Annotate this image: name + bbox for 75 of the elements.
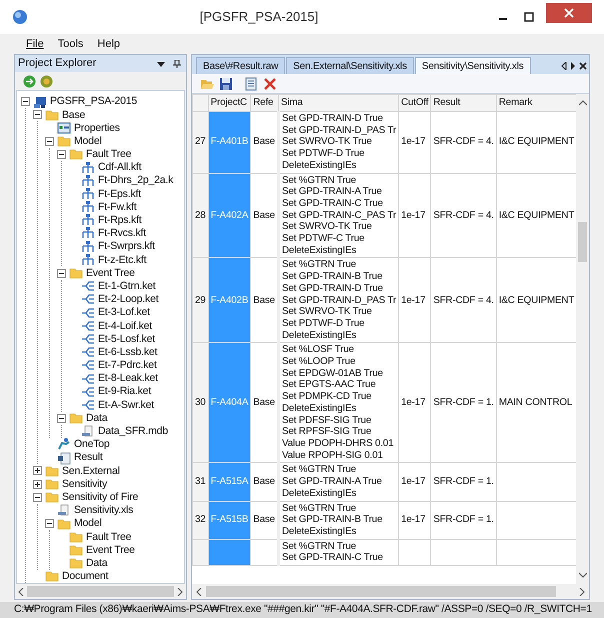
- table-cell: Set %GTRN True Set GPD-TRAIN-C True: [278, 539, 399, 566]
- tree-item[interactable]: Event Tree: [86, 544, 135, 556]
- tree-item[interactable]: PGSFR_PSA-2015: [50, 96, 138, 107]
- window-title: [PGSFR_PSA-2015]: [198, 8, 320, 26]
- table-cell: 1e-17: [398, 462, 431, 501]
- tree-item[interactable]: Sensitivity: [62, 478, 108, 490]
- document-tab[interactable]: Base\#Result.raw: [196, 57, 286, 74]
- tree-item[interactable]: Cdf-All.kft: [98, 162, 142, 173]
- table-cell: 1e-17: [398, 112, 431, 174]
- tree-item[interactable]: Ft-Rvcs.kft: [98, 228, 146, 239]
- tree-item[interactable]: Ft-Swrprs.kft: [98, 241, 155, 252]
- table-cell: SFR-CDF = 4.: [430, 173, 496, 258]
- tree-item[interactable]: Data_SFR.mdb: [98, 426, 168, 437]
- table-cell: SFR-CDF = 1.: [430, 501, 496, 540]
- tree-item[interactable]: Ft-z-Etc.kft: [98, 254, 146, 266]
- table-cell: 1e-17: [398, 173, 431, 258]
- tree-item[interactable]: Data: [86, 412, 108, 424]
- row-number: 32: [192, 501, 208, 540]
- panel-title: Project Explorer: [18, 56, 98, 72]
- tree-item[interactable]: Ft-Eps.kft: [98, 188, 141, 200]
- table-cell: Set %GTRN True Set GPD-TRAIN-A True Set GPD-TRAIN-C True Set GPD-TRAIN-C_PAS Tr Set SWRVO-TK True Set PDTWF-C True DeleteExistingIEs: [278, 173, 399, 258]
- table-cell: Set %GTRN True Set GPD-TRAIN-B True Set GPD-TRAIN-D True Set GPD-TRAIN-D_PAS Tr Set SWRVO-TK True Set PDTWF-D True DeleteExistingIEs: [278, 258, 399, 343]
- tree-item[interactable]: Fault Tree: [86, 532, 132, 542]
- tree-item[interactable]: Document: [62, 571, 108, 582]
- tree-item[interactable]: Properties: [74, 122, 120, 134]
- document-tab[interactable]: Sen.External\Sensitivity.xls: [286, 57, 414, 74]
- tree-item[interactable]: Fault Tree: [86, 149, 132, 160]
- tree-item[interactable]: Et-4-Loif.ket: [98, 320, 152, 332]
- row-number: 27: [192, 112, 208, 174]
- tree-item[interactable]: Et-9-Ria.ket: [98, 386, 152, 397]
- row-number: 30: [192, 342, 208, 463]
- tree-item[interactable]: Data: [86, 558, 108, 568]
- tree-item[interactable]: Et-A-Swr.ket: [98, 400, 154, 410]
- column-header[interactable]: Sima: [278, 94, 399, 112]
- row-number: 29: [192, 258, 208, 343]
- tree-item[interactable]: Ft-Fw.kft: [98, 202, 136, 212]
- menu-item[interactable]: Help: [97, 36, 120, 52]
- row-number: 28: [192, 173, 208, 258]
- status-text: C:₩Program Files (x86)₩kaeri₩Aims-PSA₩Ftrex.exe "###gen.kir" "#F-A404A.SFR-CDF.raw" /ASSP=0 /SEQ=0 /R_SWITCH=1: [14, 602, 592, 618]
- menu-item[interactable]: File: [26, 36, 44, 52]
- tree-item[interactable]: OneTop: [74, 439, 110, 450]
- column-header[interactable]: CutOff: [398, 94, 431, 112]
- tree-item[interactable]: Sensitivity.xls: [74, 505, 134, 516]
- table-cell: SFR-CDF = 4.: [430, 258, 496, 343]
- tree-item[interactable]: Et-7-Pdrc.ket: [98, 360, 157, 371]
- menu-item[interactable]: Tools: [58, 36, 84, 52]
- table-cell: 1e-17: [398, 342, 431, 463]
- tree-item[interactable]: Sensitivity of Fire: [62, 492, 138, 502]
- tree-item[interactable]: Result: [74, 452, 103, 463]
- table-cell: 1e-17: [398, 501, 431, 540]
- table-cell: Set %LOSF True Set %LOOP True Set EPDGW-01AB True Set EPGTS-AAC True Set PDMPK-CD True DeleteExistingIEs Set PDFSF-SIG True Set RPFSF-SIG True Value PDOPH-DHRS 0.01 Value RPOPH-SIG 0.01: [278, 342, 399, 463]
- tree-item[interactable]: Et-5-Losf.ket: [98, 334, 155, 344]
- tree-item[interactable]: Et-3-Lof.ket: [98, 307, 150, 318]
- tree-item[interactable]: Model: [74, 136, 102, 146]
- table-cell: 1e-17: [398, 258, 431, 343]
- table-cell: SFR-CDF = 1.: [430, 462, 496, 501]
- tree-item[interactable]: Base: [62, 110, 86, 120]
- table-cell: Set GPD-TRAIN-D True Set GPD-TRAIN-D_PAS Tr Set SWRVO-TK True Set PDTWF-D True DeleteExistingIEs: [278, 112, 399, 174]
- tree-item[interactable]: Model: [74, 518, 102, 529]
- tree-item[interactable]: Et-2-Loop.ket: [98, 294, 158, 305]
- tree-item[interactable]: Sen.External: [62, 466, 120, 476]
- table-cell: SFR-CDF = 1.: [430, 342, 496, 463]
- table-cell: SFR-CDF = 4.: [430, 112, 496, 174]
- tree-item[interactable]: Et-6-Lssb.ket: [98, 346, 158, 358]
- table-cell: Set %GTRN True Set GPD-TRAIN-B True DeleteExistingIEs: [278, 501, 399, 540]
- tree-item[interactable]: Ft-Dhrs_2p_2a.k: [98, 175, 174, 186]
- table-cell: Set %GTRN True Set GPD-TRAIN-A True DeleteExistingIEs: [278, 462, 399, 501]
- tree-item[interactable]: Et-1-Gtrn.ket: [98, 280, 156, 292]
- row-number: 31: [192, 462, 208, 501]
- document-tab[interactable]: Sensitivity\Sensitivity.xls: [414, 57, 531, 74]
- tree-item[interactable]: Ft-Rps.kft: [98, 215, 142, 226]
- column-header[interactable]: Result: [430, 94, 496, 112]
- tree-item[interactable]: Event Tree: [86, 268, 135, 278]
- column-header[interactable]: Refe: [250, 94, 278, 112]
- tree-item[interactable]: Et-8-Leak.ket: [98, 373, 158, 384]
